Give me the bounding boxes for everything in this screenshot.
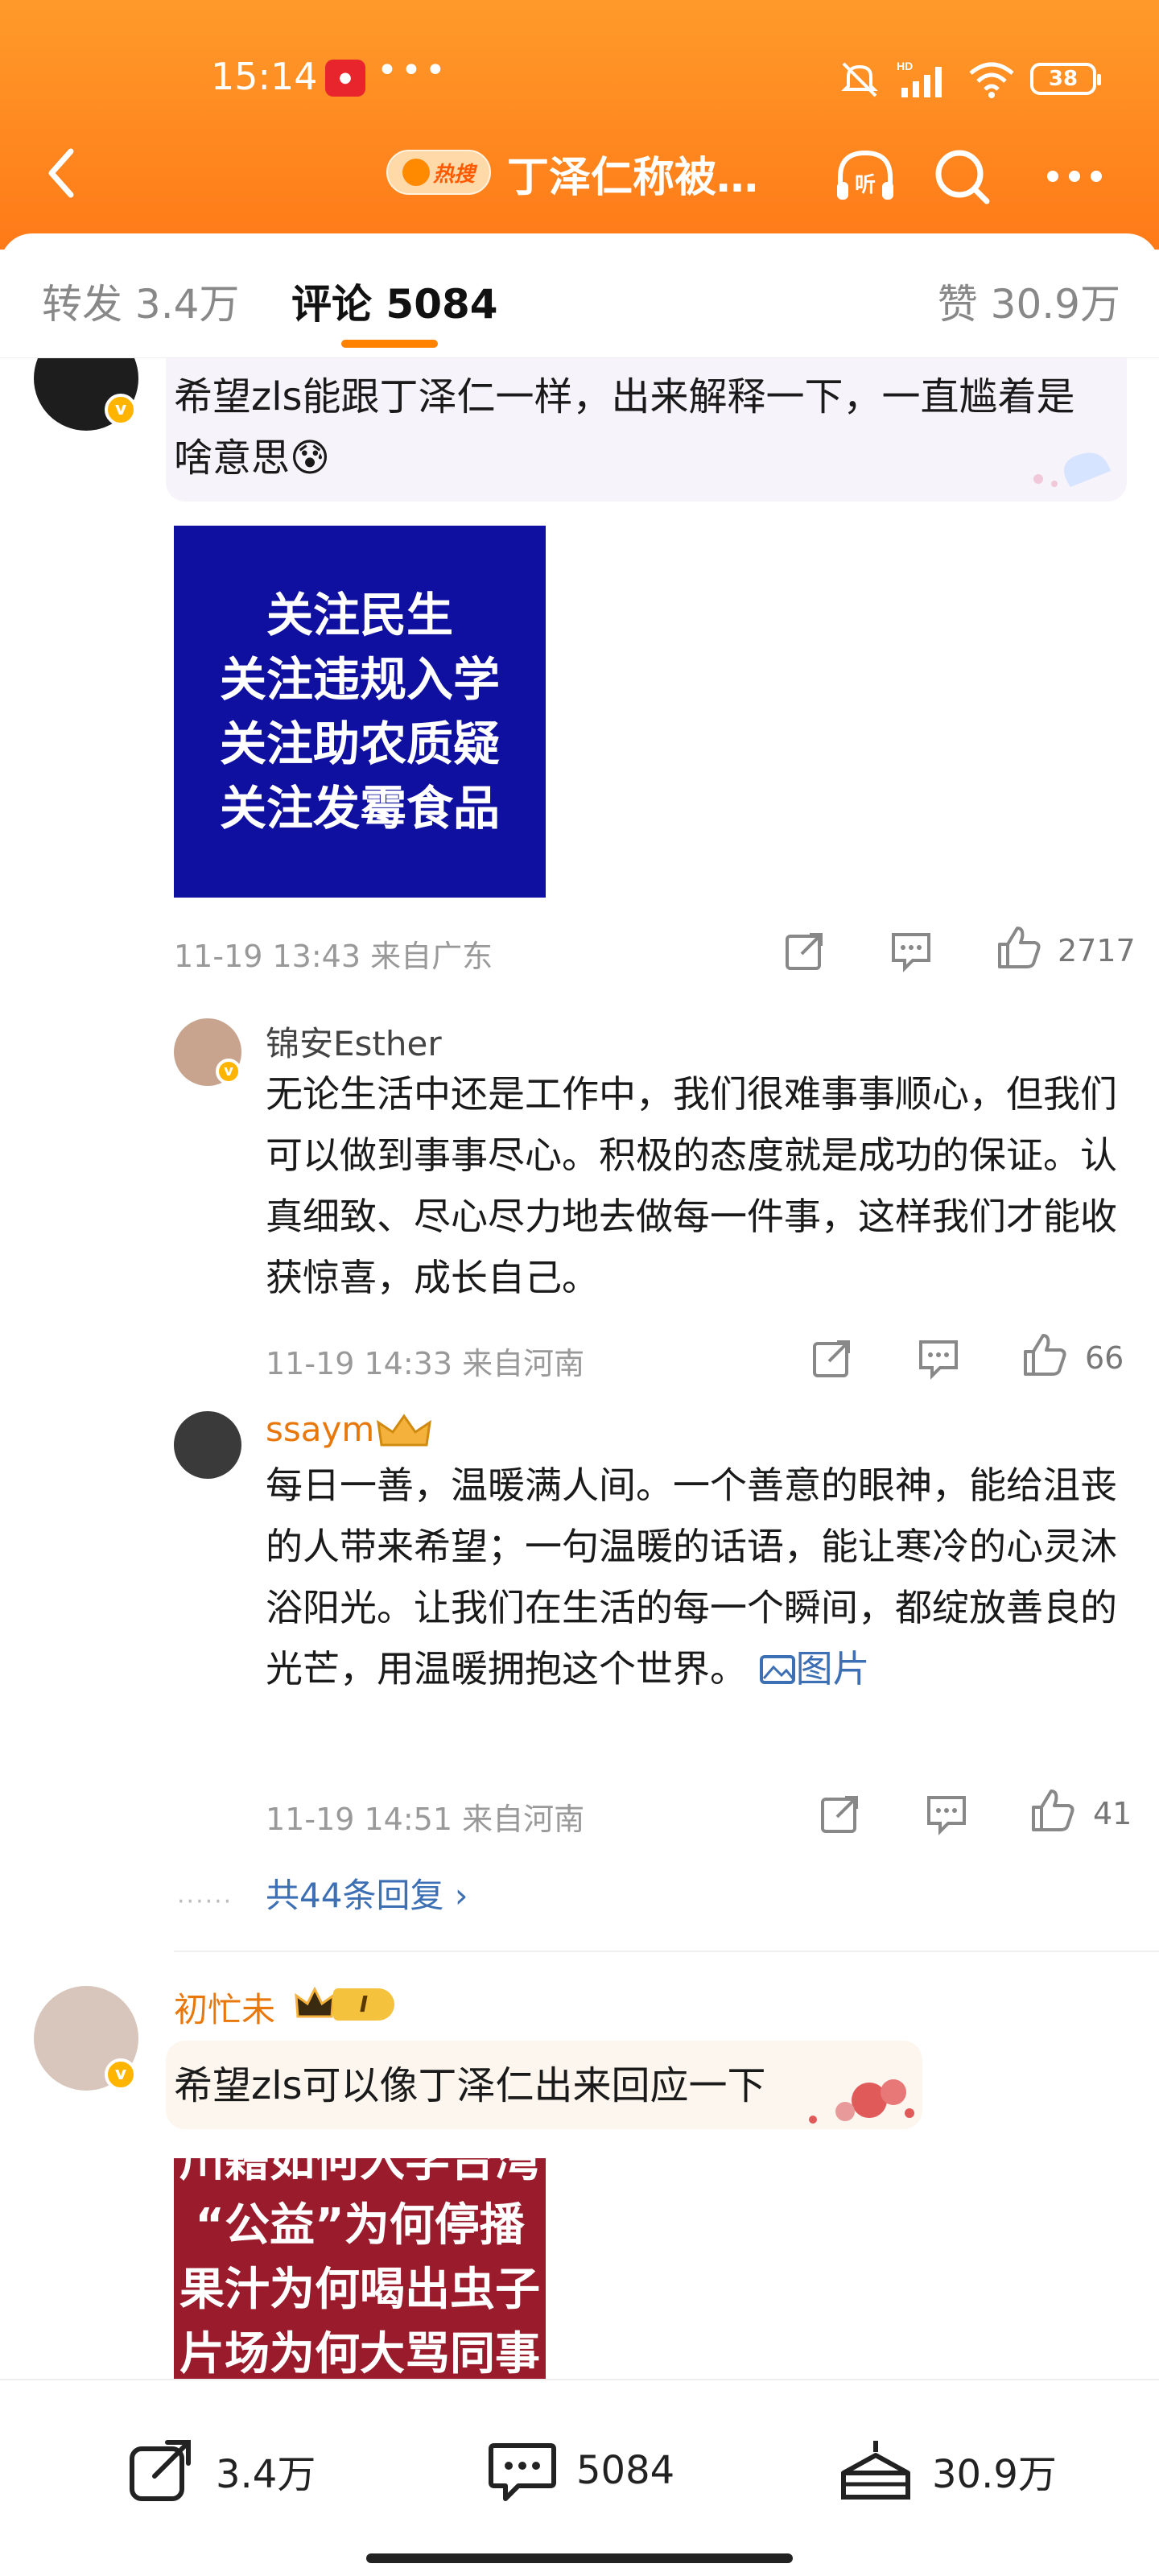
mute-icon bbox=[841, 62, 878, 97]
crown-icon bbox=[295, 1986, 335, 2018]
comments-count: 5084 bbox=[576, 2448, 675, 2493]
tab-forward[interactable]: 转发 3.4万 bbox=[42, 272, 239, 330]
like-count: 66 bbox=[1085, 1340, 1124, 1376]
forward-icon bbox=[130, 2440, 191, 2501]
comment-icon[interactable] bbox=[924, 1791, 969, 1836]
reply-author[interactable]: 锦安Esther bbox=[266, 1017, 442, 1066]
reply-meta: 11-19 14:33 来自河南 bbox=[266, 1346, 585, 1381]
like-icon[interactable] bbox=[1021, 1331, 1069, 1379]
view-more-replies[interactable]: 共44条回复 › bbox=[266, 1868, 468, 1918]
battery-icon: 38 bbox=[1030, 63, 1101, 95]
bottom-action-bar: 3.4万 5084 30.9万 bbox=[0, 2379, 1159, 2576]
comment-text: 希望zls可以像丁泽仁出来回应一下 bbox=[174, 2063, 766, 2108]
active-tab-indicator bbox=[341, 340, 438, 348]
reply-text-content: 每日一善，温暖满人间。一个善意的眼神，能给沮丧的人带来希望；一句温暖的话语，能让… bbox=[266, 1463, 1117, 1690]
svg-text:听: 听 bbox=[855, 173, 876, 197]
comment-list: v 希望zls能跟丁泽仁一样，出来解释一下，一直尴着是啥意思😰 关注民生 关注违… bbox=[0, 358, 1159, 2379]
comment-icon[interactable] bbox=[916, 1335, 961, 1381]
poster-line: 川籍如何入学台湾 bbox=[179, 2158, 540, 2187]
poster-line: “公益”为何停播 bbox=[195, 2199, 525, 2252]
poster-line: 关注违规入学 bbox=[219, 652, 500, 707]
like-icon[interactable] bbox=[995, 923, 1043, 972]
cake-like-icon bbox=[841, 2441, 910, 2500]
status-icons: HD 38 bbox=[837, 56, 1101, 101]
signal-icon: HD bbox=[897, 60, 942, 97]
flame-icon bbox=[402, 159, 430, 186]
image-link[interactable]: 图片 bbox=[759, 1647, 870, 1690]
share-icon[interactable] bbox=[818, 1791, 863, 1836]
poster-line: 关注发霉食品 bbox=[219, 781, 500, 836]
forward-count: 3.4万 bbox=[216, 2452, 316, 2497]
level-label: I bbox=[333, 1988, 394, 2021]
home-indicator[interactable] bbox=[366, 2553, 793, 2563]
hot-badge-label: 热搜 bbox=[432, 162, 475, 187]
comment-meta: 11-19 13:43 来自广东 bbox=[174, 939, 493, 974]
like-button[interactable]: 30.9万 bbox=[837, 2430, 1057, 2511]
comment-image[interactable]: 川籍如何入学台湾 “公益”为何停播 果汁为何喝出虫子 片场为何大骂同事 bbox=[174, 2158, 546, 2379]
status-time: 15:14 bbox=[211, 55, 318, 98]
svg-text:HD: HD bbox=[897, 60, 913, 72]
more-menu-icon[interactable] bbox=[1038, 140, 1111, 213]
verified-badge-icon: v bbox=[105, 394, 137, 426]
level-badge: I bbox=[293, 1983, 402, 2026]
back-arrow-icon[interactable] bbox=[32, 137, 97, 209]
hot-search-badge[interactable]: 热搜 bbox=[386, 150, 491, 195]
search-icon[interactable] bbox=[926, 140, 998, 213]
reply-meta: 11-19 14:51 来自河南 bbox=[266, 1802, 585, 1837]
reply-text: 无论生活中还是工作中，我们很难事事顺心，但我们可以做到事事尽心。积极的态度就是成… bbox=[266, 1072, 1117, 1299]
comment-text: 希望zls能跟丁泽仁一样，出来解释一下，一直尴着是啥意思😰 bbox=[174, 374, 1075, 481]
comments-button[interactable]: 5084 bbox=[486, 2430, 674, 2511]
comment-author[interactable]: 初忙未 bbox=[174, 1983, 275, 2032]
thread-dots: ······ bbox=[177, 1888, 233, 1916]
more-notifications-icon: ••• bbox=[377, 50, 449, 91]
tab-bar: 转发 3.4万 评论 5084 赞 30.9万 bbox=[0, 233, 1159, 358]
reply-text: 每日一善，温暖满人间。一个善意的眼神，能给沮丧的人带来希望；一句温暖的话语，能让… bbox=[266, 1455, 1127, 1699]
avatar[interactable] bbox=[174, 1411, 241, 1479]
poster-line: 关注民生 bbox=[266, 588, 453, 642]
comment-icon[interactable] bbox=[889, 928, 934, 973]
app-notification-icon: ● bbox=[325, 60, 365, 97]
poster-line: 果汁为何喝出虫子 bbox=[179, 2264, 540, 2316]
reply-author[interactable]: ssaym bbox=[266, 1410, 374, 1449]
forward-button[interactable]: 3.4万 bbox=[126, 2430, 316, 2511]
poster-line: 片场为何大骂同事 bbox=[179, 2328, 540, 2379]
verified-badge-icon: v bbox=[216, 1059, 241, 1084]
image-link-label: 图片 bbox=[795, 1647, 870, 1690]
verified-badge-icon: v bbox=[105, 2058, 137, 2091]
crown-badge-icon bbox=[377, 1414, 431, 1447]
share-icon[interactable] bbox=[782, 928, 827, 973]
listen-icon[interactable]: 听 bbox=[829, 140, 901, 213]
page-title[interactable]: 丁泽仁称被… bbox=[507, 143, 758, 204]
comment-bubble-icon bbox=[489, 2443, 556, 2501]
like-count: 2717 bbox=[1058, 933, 1136, 968]
tab-likes[interactable]: 赞 30.9万 bbox=[938, 272, 1120, 330]
top-header: 15:14 ● ••• HD 38 热搜 丁泽仁称被… 听 bbox=[0, 0, 1159, 250]
wifi-icon bbox=[969, 62, 1014, 98]
like-icon[interactable] bbox=[1029, 1786, 1077, 1835]
likes-count: 30.9万 bbox=[932, 2452, 1057, 2497]
tab-comments[interactable]: 评论 5084 bbox=[291, 272, 498, 330]
divider bbox=[174, 1951, 1159, 1952]
nav-bar: 热搜 丁泽仁称被… 听 bbox=[0, 129, 1159, 217]
poster-line: 关注助农质疑 bbox=[219, 716, 500, 771]
like-count: 41 bbox=[1093, 1796, 1132, 1831]
share-icon[interactable] bbox=[810, 1335, 855, 1381]
image-icon bbox=[759, 1655, 795, 1684]
comment-image[interactable]: 关注民生 关注违规入学 关注助农质疑 关注发霉食品 bbox=[174, 526, 546, 898]
